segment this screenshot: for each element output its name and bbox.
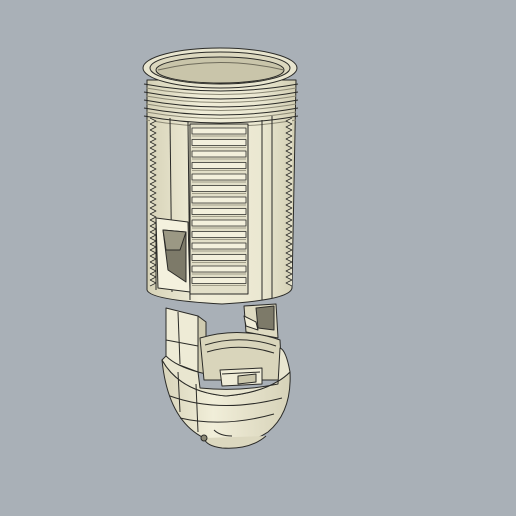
threaded-sleeve [142,47,299,305]
cad-viewport[interactable] [0,0,516,516]
lamp-socket-model [142,47,299,449]
